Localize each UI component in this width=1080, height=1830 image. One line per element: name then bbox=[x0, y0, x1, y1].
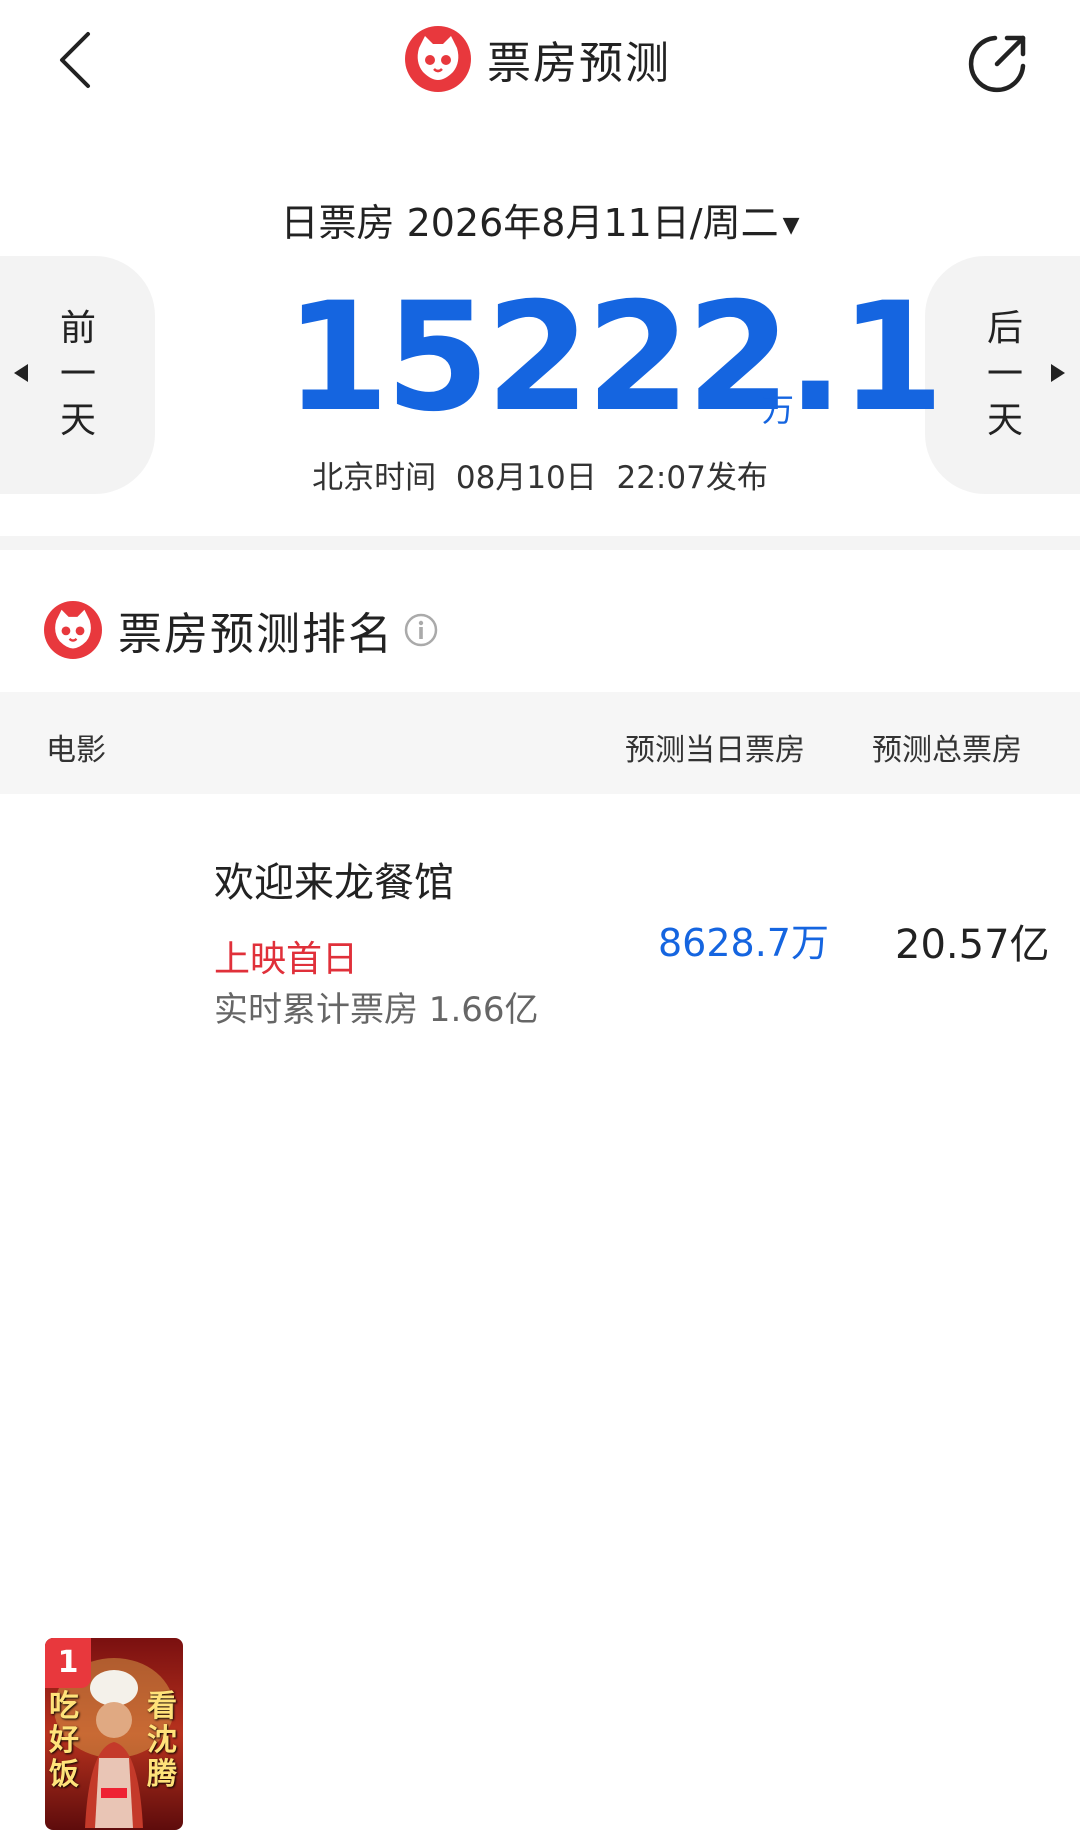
movie-title[interactable]: 欢迎来龙餐馆 bbox=[214, 850, 454, 908]
left-arrow-icon bbox=[14, 364, 28, 382]
poster-text-left: 吃好饭 bbox=[49, 1689, 79, 1792]
release-tag: 上映首日 bbox=[214, 939, 359, 980]
table-header: 电影 预测当日票房 预测总票房 bbox=[0, 692, 1080, 794]
back-button[interactable] bbox=[50, 30, 110, 90]
date-value: 2026年8月11日/周二 bbox=[406, 201, 779, 245]
ranking-title: 票房预测排名 bbox=[118, 609, 394, 660]
publish-time: 北京时间 08月10日 22:07发布 bbox=[312, 460, 768, 496]
rank-badge: 1 bbox=[45, 1638, 91, 1688]
share-icon bbox=[968, 35, 1026, 93]
day-forecast-value: 8628.7万 bbox=[658, 921, 829, 965]
dropdown-caret-icon: ▼ bbox=[782, 213, 800, 238]
cat-logo-icon bbox=[44, 601, 102, 659]
next-day-label: 后 一 天 bbox=[986, 308, 1023, 441]
date-prefix: 日票房 bbox=[280, 201, 395, 245]
ranking-title-group: 票房预测排名 bbox=[44, 598, 438, 662]
share-button[interactable] bbox=[965, 30, 1031, 96]
total-box-office-unit: 万 bbox=[762, 391, 795, 429]
column-day-forecast[interactable]: 预测当日票房 bbox=[625, 725, 805, 769]
total-box-office-value: 15222.1 bbox=[285, 271, 944, 445]
cumulative-box-office: 实时累计票房 1.66亿 bbox=[214, 990, 539, 1030]
section-divider bbox=[0, 536, 1080, 550]
header-title-group: 票房预测 bbox=[405, 24, 671, 94]
info-icon[interactable] bbox=[404, 613, 438, 647]
prev-day-label: 前 一 天 bbox=[59, 308, 96, 441]
total-forecast-value: 20.57亿 bbox=[895, 922, 1050, 968]
poster-text-right: 看沈腾 bbox=[147, 1689, 177, 1792]
back-arrow-icon bbox=[60, 32, 90, 88]
table-row[interactable]: 吃好饭 看沈腾 1 欢迎来龙餐馆 上映首日 实时累计票房 1.66亿 8628.… bbox=[0, 800, 1080, 1830]
column-total-forecast[interactable]: 预测总票房 bbox=[872, 725, 1022, 769]
cat-logo-icon bbox=[405, 26, 471, 92]
movie-poster: 吃好饭 看沈腾 1 bbox=[45, 1638, 183, 1830]
column-movie: 电影 bbox=[46, 733, 106, 768]
page-title: 票房预测 bbox=[487, 38, 671, 89]
date-selector[interactable]: 日票房 2026年8月11日/周二 ▼ bbox=[0, 192, 1080, 247]
right-arrow-icon bbox=[1051, 364, 1065, 382]
